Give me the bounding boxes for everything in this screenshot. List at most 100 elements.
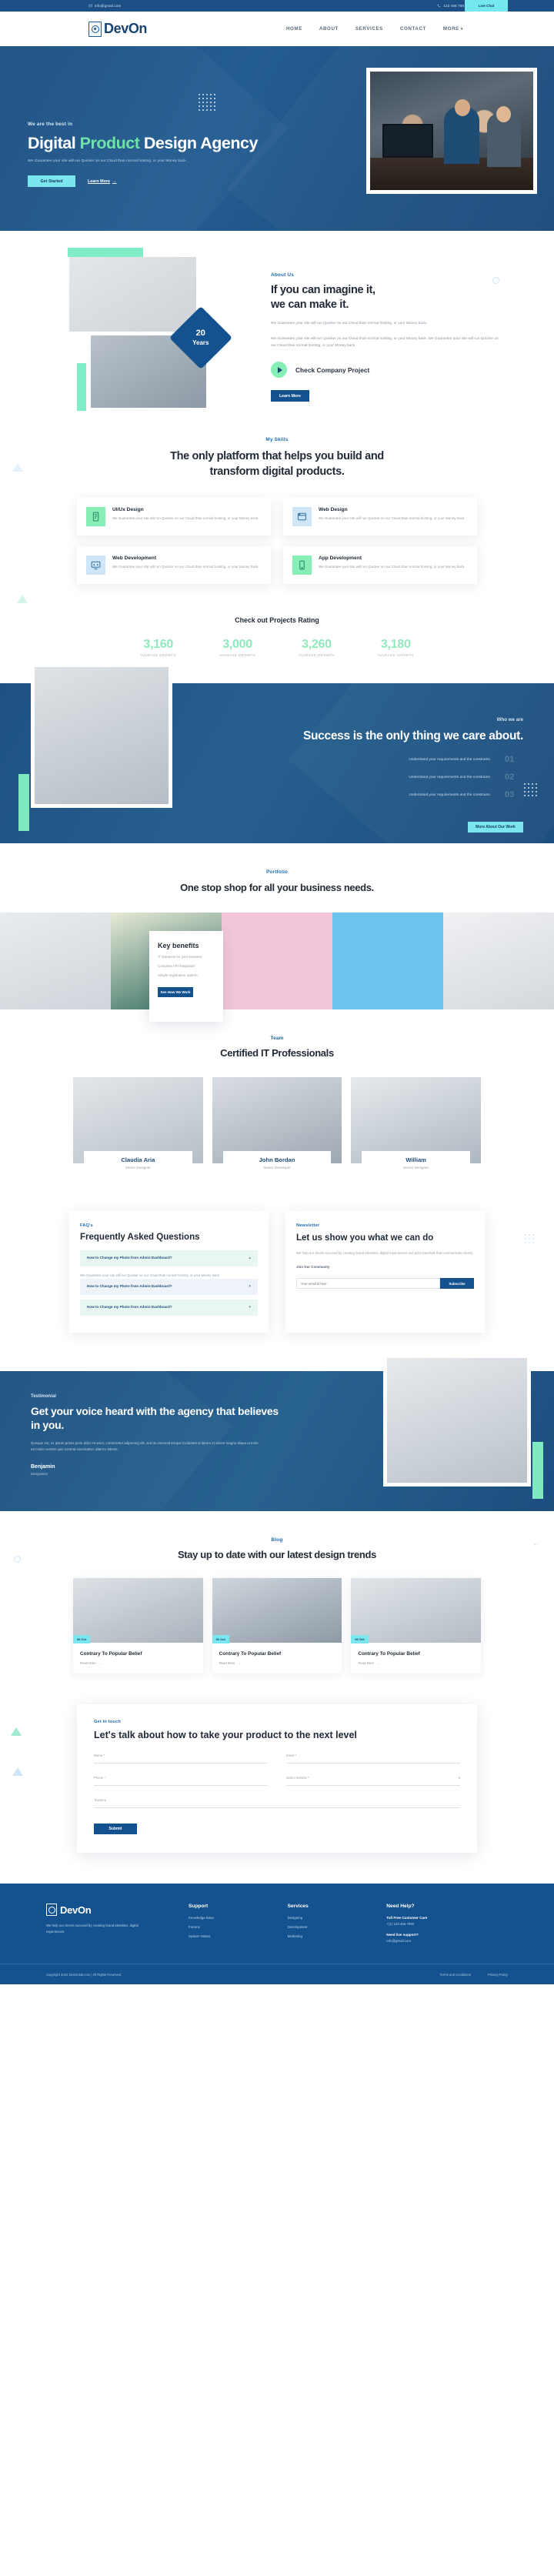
skill-card[interactable]: Web Development We Guarantee your site w… — [77, 546, 271, 585]
devon-logo-icon — [46, 1904, 57, 1917]
contact-kicker: Get In touch — [94, 1720, 122, 1725]
faq-accordion-item[interactable]: How to Change my Photo from Admin Dashbo… — [80, 1250, 258, 1267]
nav-item-contact[interactable]: CONTACT — [400, 26, 426, 32]
success-item: Understand your requirements and the con… — [252, 755, 523, 764]
contact-row-3: Textarea — [94, 1798, 460, 1809]
hero-learn-more-link[interactable]: Learn More → — [88, 179, 116, 184]
hero-actions: Get Started Learn More → — [28, 175, 282, 188]
smartphone-icon — [292, 556, 312, 576]
success-item-number: 01 — [505, 755, 515, 765]
portfolio-image-5 — [443, 913, 554, 1010]
footer-link[interactable]: Forums — [189, 1925, 275, 1929]
footer-column-services: Services Designing Development Marketing — [288, 1904, 375, 1944]
chevron-down-icon: ▾ — [249, 1284, 251, 1290]
team-title: Certified IT Professionals — [220, 1047, 334, 1059]
nav-item-services[interactable]: SERVICES — [355, 26, 383, 32]
arrow-right-icon: → — [237, 1661, 241, 1666]
check-company-project[interactable]: Check Company Project — [271, 362, 502, 379]
portfolio-title: One stop shop for all your business need… — [180, 882, 374, 894]
blog-post-read-more[interactable]: Read More → — [219, 1661, 335, 1665]
chevron-up-icon: ▴ — [249, 1256, 251, 1261]
contact-field-email[interactable]: Email * — [286, 1753, 460, 1764]
success-item-number: 02 — [505, 772, 515, 782]
contact-field-name[interactable]: Name * — [94, 1753, 268, 1764]
footer-link[interactable]: Development — [288, 1925, 375, 1929]
success-item: Understand your requirements and the con… — [252, 772, 523, 782]
blog-post-date: 06 Oct — [73, 1635, 91, 1644]
footer-link[interactable]: Knowledge Base — [189, 1916, 275, 1920]
skills-kicker: My Skills — [265, 437, 289, 443]
footer-privacy-link[interactable]: Privacy Policy — [488, 1973, 508, 1977]
badge-text: Years — [192, 339, 209, 346]
brand-name: DevOn — [104, 21, 148, 36]
faq-kicker: FAQ's — [80, 1223, 93, 1228]
success-item: Understand your requirements and the con… — [252, 790, 523, 799]
footer-terms-link[interactable]: Terms and Conditions — [439, 1973, 471, 1977]
browser-window-icon — [292, 507, 312, 527]
key-benefit-item: Complete API integration — [158, 964, 195, 969]
newsletter-subscribe-button[interactable]: Subscribe — [440, 1278, 474, 1290]
skill-card-text: We Guarantee your site will run Quicker … — [319, 516, 466, 521]
blog-post[interactable]: 06 Oct Contrary To Popular Belief Read M… — [212, 1578, 342, 1674]
landing-page: info@gmail.com 123 456 789 Live Chat Dev… — [0, 0, 554, 1985]
faq-accordion-item[interactable]: How to Change my Photo from Admin Dashbo… — [80, 1279, 258, 1296]
topbar-phone[interactable]: 123 456 789 — [437, 4, 464, 8]
footer-link[interactable]: Designing — [288, 1916, 375, 1920]
contact-row-1: Name * Email * — [94, 1753, 460, 1764]
newsletter-email-input[interactable] — [296, 1278, 440, 1290]
about-mint-bar-top — [68, 248, 143, 257]
live-chat-button[interactable]: Live Chat — [465, 0, 508, 12]
footer-column-title: Support — [188, 1904, 209, 1910]
nav-item-home[interactable]: HOME — [286, 26, 302, 32]
nav-item-about[interactable]: ABOUT — [319, 26, 339, 32]
mobile-ui-icon — [86, 507, 105, 527]
team-member: William Senior Designer — [351, 1076, 481, 1176]
brand-logo[interactable]: DevOn — [88, 21, 147, 37]
stat-value: 3,000 — [222, 638, 252, 652]
skill-card-text: We Guarantee your site will run Quicker … — [319, 565, 466, 569]
footer-link[interactable]: System Status — [189, 1934, 275, 1938]
skill-card[interactable]: UI/Ux Design We Guarantee your site will… — [77, 498, 271, 536]
faq-title: Frequently Asked Questions — [80, 1232, 200, 1242]
skill-card[interactable]: Web Design We Guarantee your site will r… — [283, 498, 477, 536]
arrow-right-icon: → — [376, 1661, 380, 1666]
hero-title-part2: Design Agency — [139, 134, 259, 152]
blog-post-read-more[interactable]: Read More → — [80, 1661, 196, 1665]
badge-number: 20 — [195, 328, 206, 338]
contact-field-textarea[interactable]: Textarea — [94, 1798, 460, 1809]
stat-item: 3,160 AVARAGE GROWTH — [140, 638, 176, 657]
blog-post[interactable]: 06 Oct Contrary To Popular Belief Read M… — [351, 1578, 481, 1674]
contact-field-textarea-label: Textarea — [94, 1798, 107, 1803]
see-how-we-work-button[interactable]: See How We Work — [158, 987, 193, 998]
about-learn-more-button[interactable]: Learn More — [271, 390, 309, 402]
footer-brand[interactable]: DevOn — [46, 1904, 176, 1917]
team-member-name: William — [405, 1156, 426, 1163]
footer-brand-name: DevOn — [60, 1904, 92, 1916]
skills-cards: UI/Ux Design We Guarantee your site will… — [77, 498, 477, 585]
testimonial-author-name: Benjamin — [31, 1463, 55, 1470]
contact-field-service[interactable]: Select Service * — [286, 1776, 460, 1787]
nav-item-more[interactable]: MORE ▾ — [443, 26, 463, 32]
contact-field-email-label: Email * — [286, 1753, 297, 1758]
faq-question: How to Change my Photo from Admin Dashbo… — [87, 1256, 172, 1260]
contact-field-service-label: Select Service * — [286, 1776, 309, 1780]
stat-label: AVARAGE GROWTH — [140, 653, 177, 658]
faq-accordion-item[interactable]: How to Change my Photo from Admin Dashbo… — [80, 1300, 258, 1316]
portfolio-image-3 — [222, 913, 332, 1010]
play-icon[interactable] — [271, 362, 287, 379]
blog-post[interactable]: 06 Oct Contrary To Popular Belief Read M… — [73, 1578, 203, 1674]
testimonial-kicker: Testimonial — [31, 1393, 56, 1399]
blog-post-read-more[interactable]: Read More → — [358, 1661, 474, 1665]
faq-accordion: How to Change my Photo from Admin Dashbo… — [80, 1250, 258, 1316]
stat-label: AVARAGE GROWTH — [299, 653, 335, 658]
more-about-our-work-button[interactable]: More About Our Work — [468, 822, 523, 833]
blog-post-thumbnail — [351, 1578, 481, 1643]
footer-support-value[interactable]: Info@gmail.com — [386, 1939, 508, 1943]
contact-submit-button[interactable]: Submit — [94, 1824, 137, 1835]
footer-link[interactable]: Marketing — [288, 1934, 375, 1938]
topbar-email[interactable]: info@gmail.com — [88, 4, 121, 8]
get-started-button[interactable]: Get Started — [28, 175, 75, 188]
footer-care-value[interactable]: +(1) 123 456 7890 — [386, 1922, 508, 1926]
team-member-role: Senior Developer — [263, 1165, 291, 1170]
contact-field-phone[interactable]: Phone * — [94, 1776, 268, 1787]
